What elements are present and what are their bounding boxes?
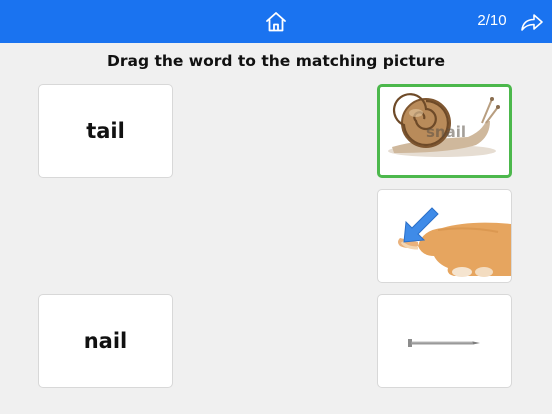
top-bar: 2/10	[0, 0, 552, 43]
home-icon	[266, 12, 286, 32]
snail-picture-label: snail	[426, 123, 467, 141]
picture-card-nail[interactable]	[377, 294, 512, 388]
progress-counter: 2/10	[477, 12, 507, 29]
arrow-icon	[403, 207, 439, 243]
instruction-text: Drag the word to the matching picture	[106, 52, 445, 70]
word-card-tail[interactable]: tail	[38, 84, 173, 178]
picture-card-snail[interactable]: snail	[377, 84, 512, 178]
word-card-nail[interactable]: nail	[38, 294, 173, 388]
share-forward-icon	[521, 14, 543, 31]
next-button[interactable]	[520, 11, 544, 33]
nail-image	[408, 339, 480, 347]
picture-card-dog-tail[interactable]	[377, 189, 512, 283]
home-button[interactable]	[264, 10, 288, 34]
